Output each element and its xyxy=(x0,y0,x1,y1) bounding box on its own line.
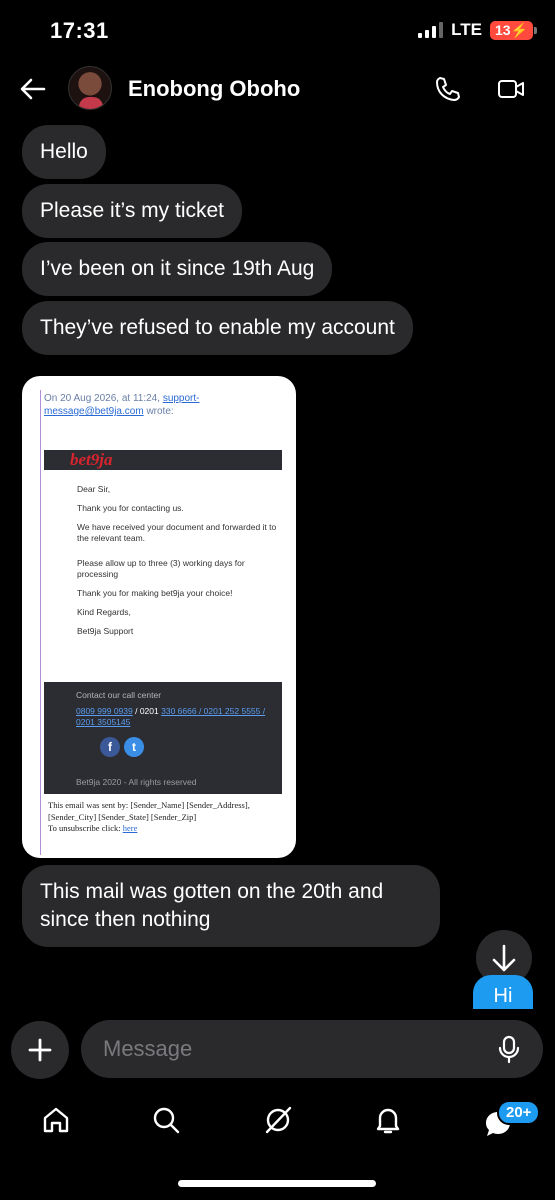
incoming-message[interactable]: They’ve refused to enable my account xyxy=(22,301,413,355)
email-allow: Please allow up to three (3) working day… xyxy=(77,558,245,579)
email-wrote-line: On 20 Aug 2026, at 11:24, support-messag… xyxy=(44,393,200,417)
status-time: 17:31 xyxy=(50,18,109,43)
battery-level: 13 xyxy=(494,21,511,38)
outgoing-message[interactable]: Hi xyxy=(473,975,533,1009)
avatar[interactable] xyxy=(68,66,112,110)
email-body: Dear Sir, Thank you for contacting us. W… xyxy=(77,484,277,645)
home-icon[interactable] xyxy=(40,1104,72,1136)
bet9ja-logo: bet9ja xyxy=(70,450,113,469)
email-regards: Kind Regards, xyxy=(77,607,131,617)
status-indicators: LTE 13⚡ xyxy=(418,20,538,40)
video-call-icon[interactable] xyxy=(496,74,526,104)
email-signature: Bet9ja Support xyxy=(77,626,134,636)
incoming-message[interactable]: Hello xyxy=(22,125,106,179)
search-icon[interactable] xyxy=(150,1104,182,1136)
battery-icon: 13⚡ xyxy=(489,20,538,40)
signal-icon xyxy=(418,22,444,38)
incoming-message[interactable]: I’ve been on it since 19th Aug xyxy=(22,242,333,296)
email-sent-by: This email was sent by: [Sender_Name] [S… xyxy=(48,800,250,833)
messages-badge: 20+ xyxy=(497,1100,541,1125)
facebook-icon: f xyxy=(100,737,120,757)
microphone-icon[interactable] xyxy=(494,1034,524,1064)
call-center-label: Contact our call center xyxy=(76,690,162,700)
phone-numbers: 0809 999 0939 / 0201 330 6666 / 0201 252… xyxy=(76,706,266,727)
email-choice: Thank you for making bet9ja your choice! xyxy=(77,588,233,598)
add-attachment-button[interactable] xyxy=(11,1021,69,1079)
email-screenshot-image[interactable]: On 20 Aug 2026, at 11:24, support-messag… xyxy=(22,376,296,858)
phone-icon[interactable] xyxy=(432,74,462,104)
grok-icon[interactable] xyxy=(262,1104,294,1136)
notifications-icon[interactable] xyxy=(372,1104,404,1136)
incoming-message[interactable]: Please it’s my ticket xyxy=(22,184,243,238)
network-label: LTE xyxy=(451,20,482,39)
rights-text: Bet9ja 2020 - All rights reserved xyxy=(76,777,197,787)
chat-header: Enobong Oboho xyxy=(0,62,555,118)
twitter-icon: t xyxy=(124,737,144,757)
email-footer: Contact our call center 0809 999 0939 / … xyxy=(44,682,282,794)
email-received: We have received your document and forwa… xyxy=(77,522,277,543)
email-thanks: Thank you for contacting us. xyxy=(77,503,184,513)
contact-name[interactable]: Enobong Oboho xyxy=(128,76,300,102)
message-input[interactable] xyxy=(81,1020,543,1078)
plus-icon xyxy=(28,1038,52,1062)
back-arrow-icon[interactable] xyxy=(18,74,48,104)
incoming-message[interactable]: This mail was gotten on the 20th and sin… xyxy=(22,865,440,947)
home-indicator xyxy=(178,1180,376,1187)
quote-line xyxy=(40,390,41,855)
email-greeting: Dear Sir, xyxy=(77,484,111,494)
unsubscribe-link: here xyxy=(122,823,138,833)
email-logo-bar: bet9ja xyxy=(44,450,282,470)
